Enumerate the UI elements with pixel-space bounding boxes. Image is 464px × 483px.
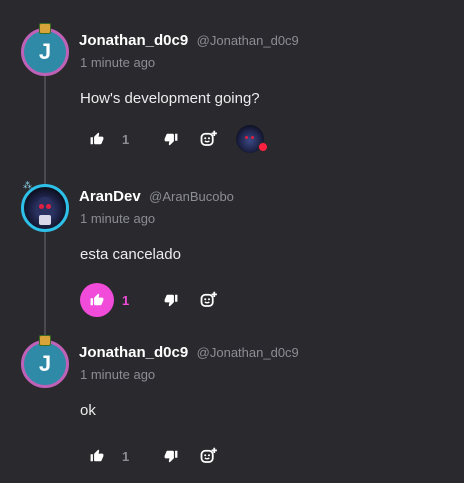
add-reaction-icon [200, 291, 217, 307]
like-button[interactable] [80, 439, 114, 473]
thumbs-up-icon [90, 132, 104, 145]
dislike-button[interactable] [154, 122, 188, 156]
thumbs-down-icon [164, 450, 178, 463]
comment-text: ok [80, 402, 96, 419]
add-reaction-button[interactable] [192, 283, 226, 317]
avatar[interactable]: J [21, 23, 69, 76]
badge-icon [39, 335, 51, 346]
badge-icon [39, 23, 51, 34]
thumbs-up-icon [90, 293, 104, 306]
like-count: 1 [122, 448, 130, 464]
comment-actions: 1 [80, 122, 268, 156]
avatar-eye [39, 204, 44, 209]
like-count: 1 [122, 131, 130, 147]
dislike-button[interactable] [154, 439, 188, 473]
username[interactable]: Jonathan_d0c9 [79, 344, 188, 361]
avatar-eye [46, 204, 51, 209]
avatar-letter: J [21, 28, 69, 76]
avatar-image [21, 184, 69, 232]
thumbs-down-icon [164, 294, 178, 307]
comment-header: AranDev @AranBucobo [79, 188, 234, 206]
avatar[interactable]: ⁂ [21, 180, 69, 232]
thumbs-up-icon [90, 449, 104, 462]
comment-thread: J Jonathan_d0c9 @Jonathan_d0c9 1 minute … [0, 0, 464, 483]
avatar-eye [251, 136, 254, 139]
add-reaction-button[interactable] [192, 439, 226, 473]
avatar-body [39, 215, 51, 225]
comment-actions: 1 [80, 439, 226, 473]
timestamp: 1 minute ago [80, 367, 156, 382]
comment-text: esta cancelado [80, 246, 181, 263]
add-reaction-icon [200, 447, 217, 463]
avatar-eye [245, 136, 248, 139]
user-handle: @Jonathan_d0c9 [196, 33, 299, 48]
user-handle: @AranBucobo [149, 189, 234, 204]
avatar-letter: J [21, 340, 69, 388]
comment-text: How's development going? [80, 90, 260, 107]
like-button[interactable] [80, 283, 114, 317]
timestamp: 1 minute ago [80, 55, 156, 70]
like-button[interactable] [80, 122, 114, 156]
add-reaction-icon [200, 130, 217, 146]
timestamp: 1 minute ago [80, 211, 156, 226]
dislike-button[interactable] [154, 283, 188, 317]
badge-decoration-icon: ⁂ [23, 180, 33, 190]
like-count: 1 [122, 292, 130, 308]
reaction-indicator-icon [258, 142, 268, 152]
comment-header: Jonathan_d0c9 @Jonathan_d0c9 [79, 32, 299, 50]
user-handle: @Jonathan_d0c9 [196, 345, 299, 360]
add-reaction-button[interactable] [192, 122, 226, 156]
avatar[interactable]: J [21, 335, 69, 388]
username[interactable]: Jonathan_d0c9 [79, 32, 188, 49]
thumbs-down-icon [164, 133, 178, 146]
username[interactable]: AranDev [79, 188, 141, 205]
comment-header: Jonathan_d0c9 @Jonathan_d0c9 [79, 344, 299, 362]
reaction-user-avatar[interactable] [236, 125, 268, 153]
comment-actions: 1 [80, 283, 226, 317]
